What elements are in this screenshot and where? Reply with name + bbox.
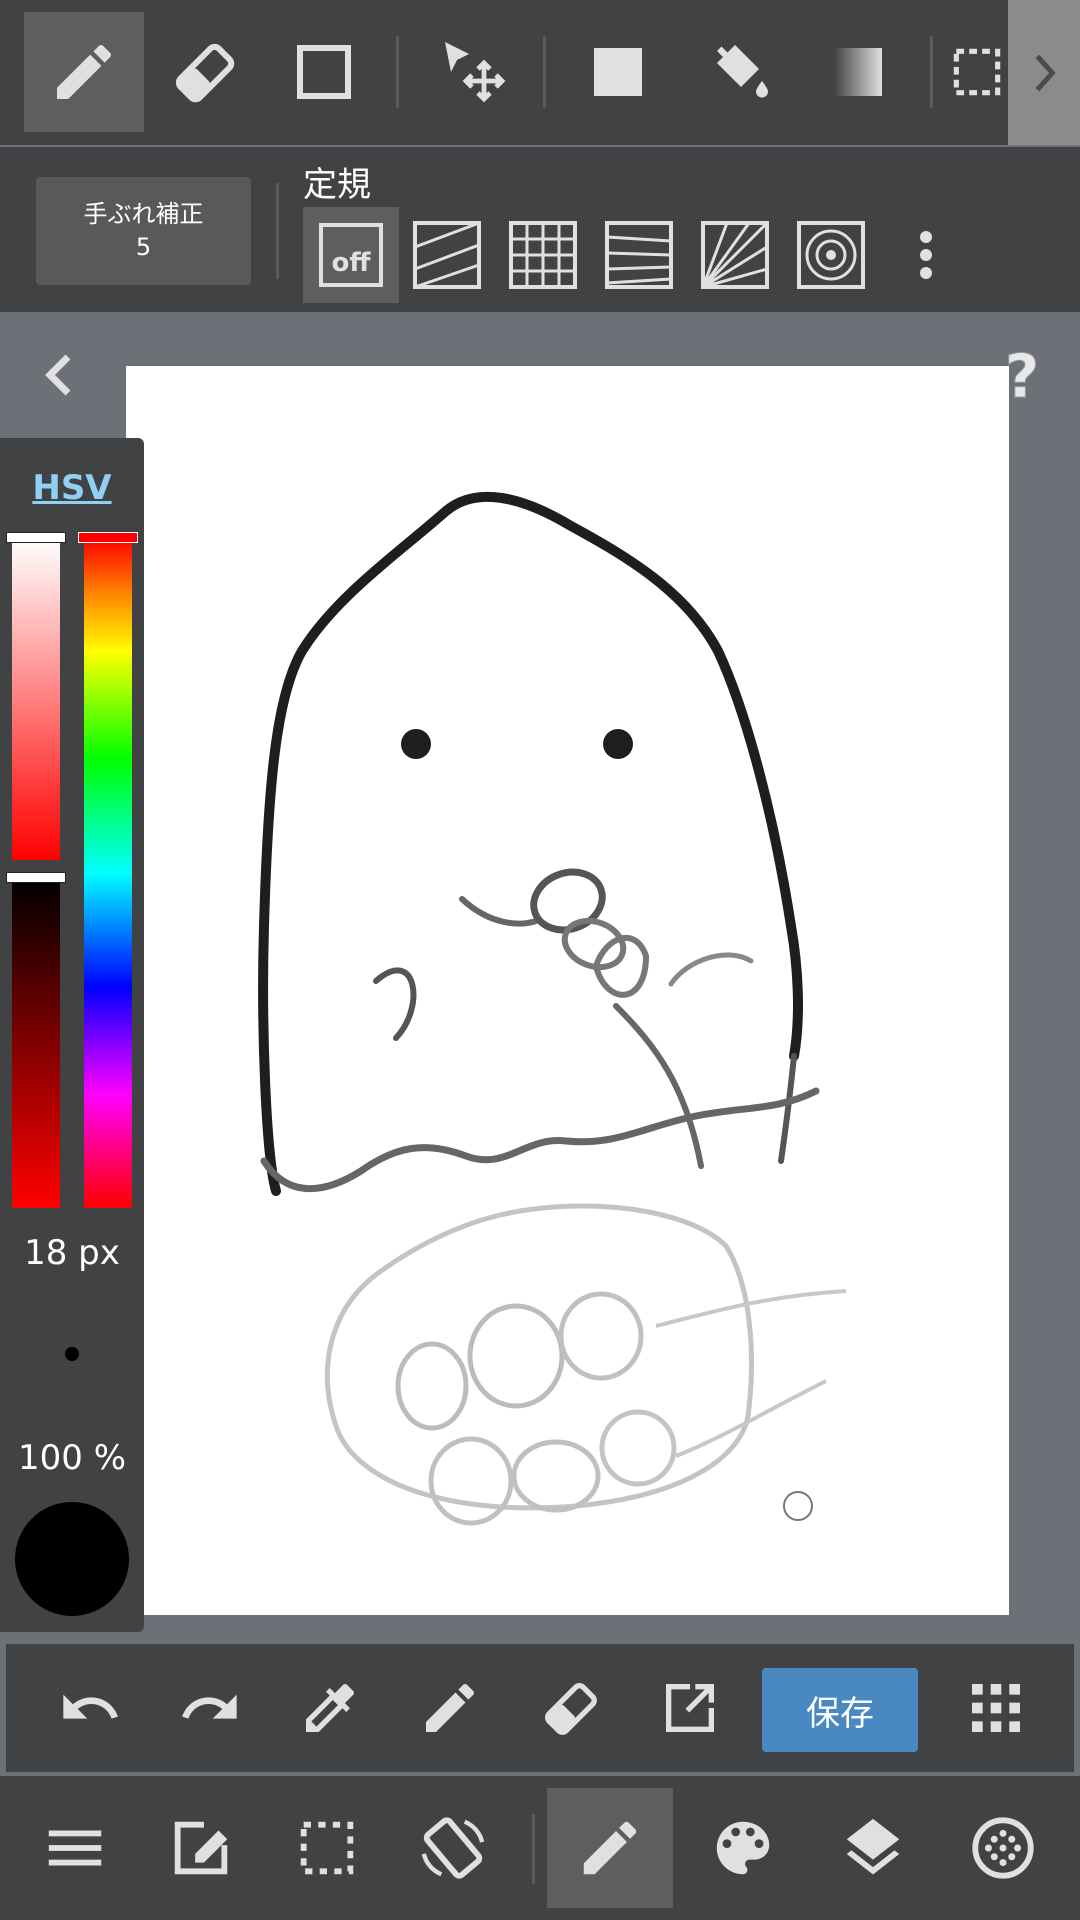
redo-icon (182, 1694, 237, 1719)
toolbar-expand-button[interactable] (1008, 0, 1080, 145)
toolbar-divider (930, 36, 933, 108)
color-panel: HSV 18 px 100 % (0, 438, 144, 1632)
sub-toolbar: 手ぶれ補正 5 定規 off (0, 147, 1080, 312)
ruler-off-icon: off (319, 223, 383, 287)
color-mode-toggle[interactable]: HSV (0, 468, 144, 508)
selection-icon (300, 1821, 354, 1875)
radial-ruler-icon (701, 221, 769, 289)
filled-square-icon (594, 48, 642, 96)
concentric-ruler-icon (797, 221, 865, 289)
save-button[interactable]: 保存 (762, 1668, 918, 1752)
drawing-canvas[interactable] (126, 366, 1009, 1615)
ruler-perspective-button[interactable] (591, 207, 687, 303)
eyedropper-button[interactable] (288, 1666, 372, 1750)
toolbar-divider (543, 36, 546, 108)
grid-ruler-icon (509, 221, 577, 289)
brush-size-value[interactable]: 18 px (0, 1233, 144, 1273)
nav-layers-button[interactable] (810, 1788, 936, 1908)
pen-tool-button[interactable] (24, 12, 144, 132)
ruler-off-label: off (332, 248, 372, 278)
nav-brush-button[interactable] (547, 1788, 673, 1908)
nav-selection-button[interactable] (264, 1788, 390, 1908)
grid-menu-button[interactable] (954, 1666, 1038, 1750)
parallel-ruler-icon (413, 221, 481, 289)
gradient-tool-button[interactable] (798, 12, 918, 132)
ruler-grid-button[interactable] (495, 207, 591, 303)
pencil-icon (426, 1683, 475, 1732)
perspective-ruler-icon (605, 221, 673, 289)
bottom-navigation (0, 1776, 1080, 1920)
eyedropper-icon (306, 1683, 355, 1732)
svg-text:?: ? (1005, 345, 1040, 405)
redo-button[interactable] (168, 1666, 252, 1750)
palette-icon (716, 1821, 770, 1875)
undo-icon (63, 1694, 118, 1719)
ruler-radial-button[interactable] (687, 207, 783, 303)
pencil-icon (57, 44, 112, 99)
ruler-more-button[interactable] (906, 207, 946, 303)
gradient-icon (834, 48, 882, 96)
eraser-tool-button[interactable] (144, 12, 264, 132)
toolbar-divider (396, 36, 399, 108)
stabilizer-value: 5 (135, 233, 152, 261)
nav-menu-button[interactable] (12, 1788, 138, 1908)
move-tool-button[interactable] (412, 12, 532, 132)
export-icon (666, 1684, 714, 1732)
layers-icon (846, 1818, 900, 1875)
brush-icon (583, 1821, 637, 1875)
ruler-off-button[interactable]: off (303, 207, 399, 303)
ruler-concentric-button[interactable] (783, 207, 879, 303)
eraser-icon (175, 43, 235, 103)
hue-handle[interactable] (78, 532, 138, 543)
nav-material-button[interactable] (940, 1788, 1066, 1908)
nav-divider (532, 1814, 535, 1884)
ruler-title: 定規 (303, 165, 371, 205)
material-icon (972, 1817, 1034, 1879)
move-cursor-icon (445, 42, 506, 103)
saturation-handle[interactable] (6, 532, 66, 543)
pencil-button[interactable] (408, 1666, 492, 1750)
rotate-icon (421, 1817, 485, 1879)
export-button[interactable] (648, 1666, 732, 1750)
dashed-select-icon (953, 48, 1001, 96)
hue-slider[interactable] (78, 532, 138, 1208)
top-toolbar (0, 0, 1080, 145)
brush-opacity-value[interactable]: 100 % (0, 1438, 144, 1478)
brush-size-preview (65, 1347, 79, 1361)
menu-icon (48, 1830, 102, 1866)
saturation-slider[interactable] (6, 532, 66, 860)
undo-button[interactable] (48, 1666, 132, 1750)
fill-rect-tool-button[interactable] (558, 12, 678, 132)
more-vertical-icon (920, 231, 932, 279)
current-color-swatch[interactable] (15, 1502, 129, 1616)
brightness-slider[interactable] (6, 872, 66, 1208)
nav-rotate-button[interactable] (390, 1788, 516, 1908)
bucket-tool-button[interactable] (678, 12, 798, 132)
eraser-icon (545, 1683, 597, 1735)
square-outline-icon (297, 45, 351, 99)
grid-menu-icon (972, 1684, 1020, 1732)
shape-tool-button[interactable] (264, 12, 384, 132)
chevron-right-icon (1035, 54, 1056, 91)
stabilizer-label: 手ぶれ補正 (83, 200, 204, 228)
toolbar-divider (276, 183, 279, 279)
paint-bucket-icon (717, 45, 768, 98)
action-bar: 保存 (6, 1644, 1074, 1772)
stabilizer-button[interactable]: 手ぶれ補正 5 (36, 177, 251, 285)
canvas-drawing (258, 491, 847, 1526)
select-tool-button[interactable] (946, 12, 1008, 132)
back-chevron-icon[interactable] (30, 345, 90, 405)
edit-icon (174, 1821, 228, 1875)
brightness-handle[interactable] (6, 872, 66, 883)
eraser-button[interactable] (528, 1666, 612, 1750)
ruler-parallel-button[interactable] (399, 207, 495, 303)
nav-palette-button[interactable] (680, 1788, 806, 1908)
nav-edit-button[interactable] (138, 1788, 264, 1908)
